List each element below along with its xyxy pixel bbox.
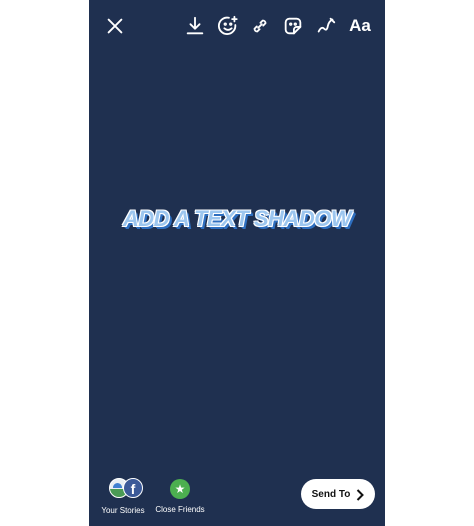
draw-icon <box>317 17 336 33</box>
text-icon: Aa <box>349 16 371 35</box>
download-button[interactable] <box>183 14 207 38</box>
your-stories-avatars: f <box>103 478 143 500</box>
close-friends-star-icon: ★ <box>170 479 190 499</box>
close-button[interactable] <box>103 14 127 38</box>
bottom-share-bar: f Your Stories ★ Close Friends Send To <box>89 470 385 526</box>
chevron-right-icon <box>356 488 365 501</box>
sticker-icon <box>284 17 302 35</box>
send-to-button[interactable]: Send To <box>301 479 375 509</box>
sticker-button[interactable] <box>281 14 305 38</box>
top-toolbar: Aa <box>89 0 385 52</box>
link-button[interactable] <box>248 14 272 38</box>
text-tool-button[interactable]: Aa <box>345 14 375 38</box>
face-effects-button[interactable] <box>216 14 240 38</box>
story-editor: Aa ADD A TEXT SHADOW f Your Stories ★ Cl… <box>89 0 385 526</box>
send-to-label: Send To <box>311 488 351 500</box>
story-headline-text[interactable]: ADD A TEXT SHADOW <box>89 206 385 232</box>
close-icon <box>107 18 123 34</box>
face-effects-icon <box>218 15 238 35</box>
your-stories-label: Your Stories <box>101 506 145 515</box>
download-icon <box>186 16 204 35</box>
link-icon <box>253 19 267 33</box>
draw-button[interactable] <box>314 14 338 38</box>
close-friends-label: Close Friends <box>155 505 205 514</box>
facebook-avatar-icon: f <box>123 478 143 498</box>
close-friends-button[interactable]: ★ Close Friends <box>153 478 207 514</box>
your-stories-button[interactable]: f Your Stories <box>97 478 149 515</box>
